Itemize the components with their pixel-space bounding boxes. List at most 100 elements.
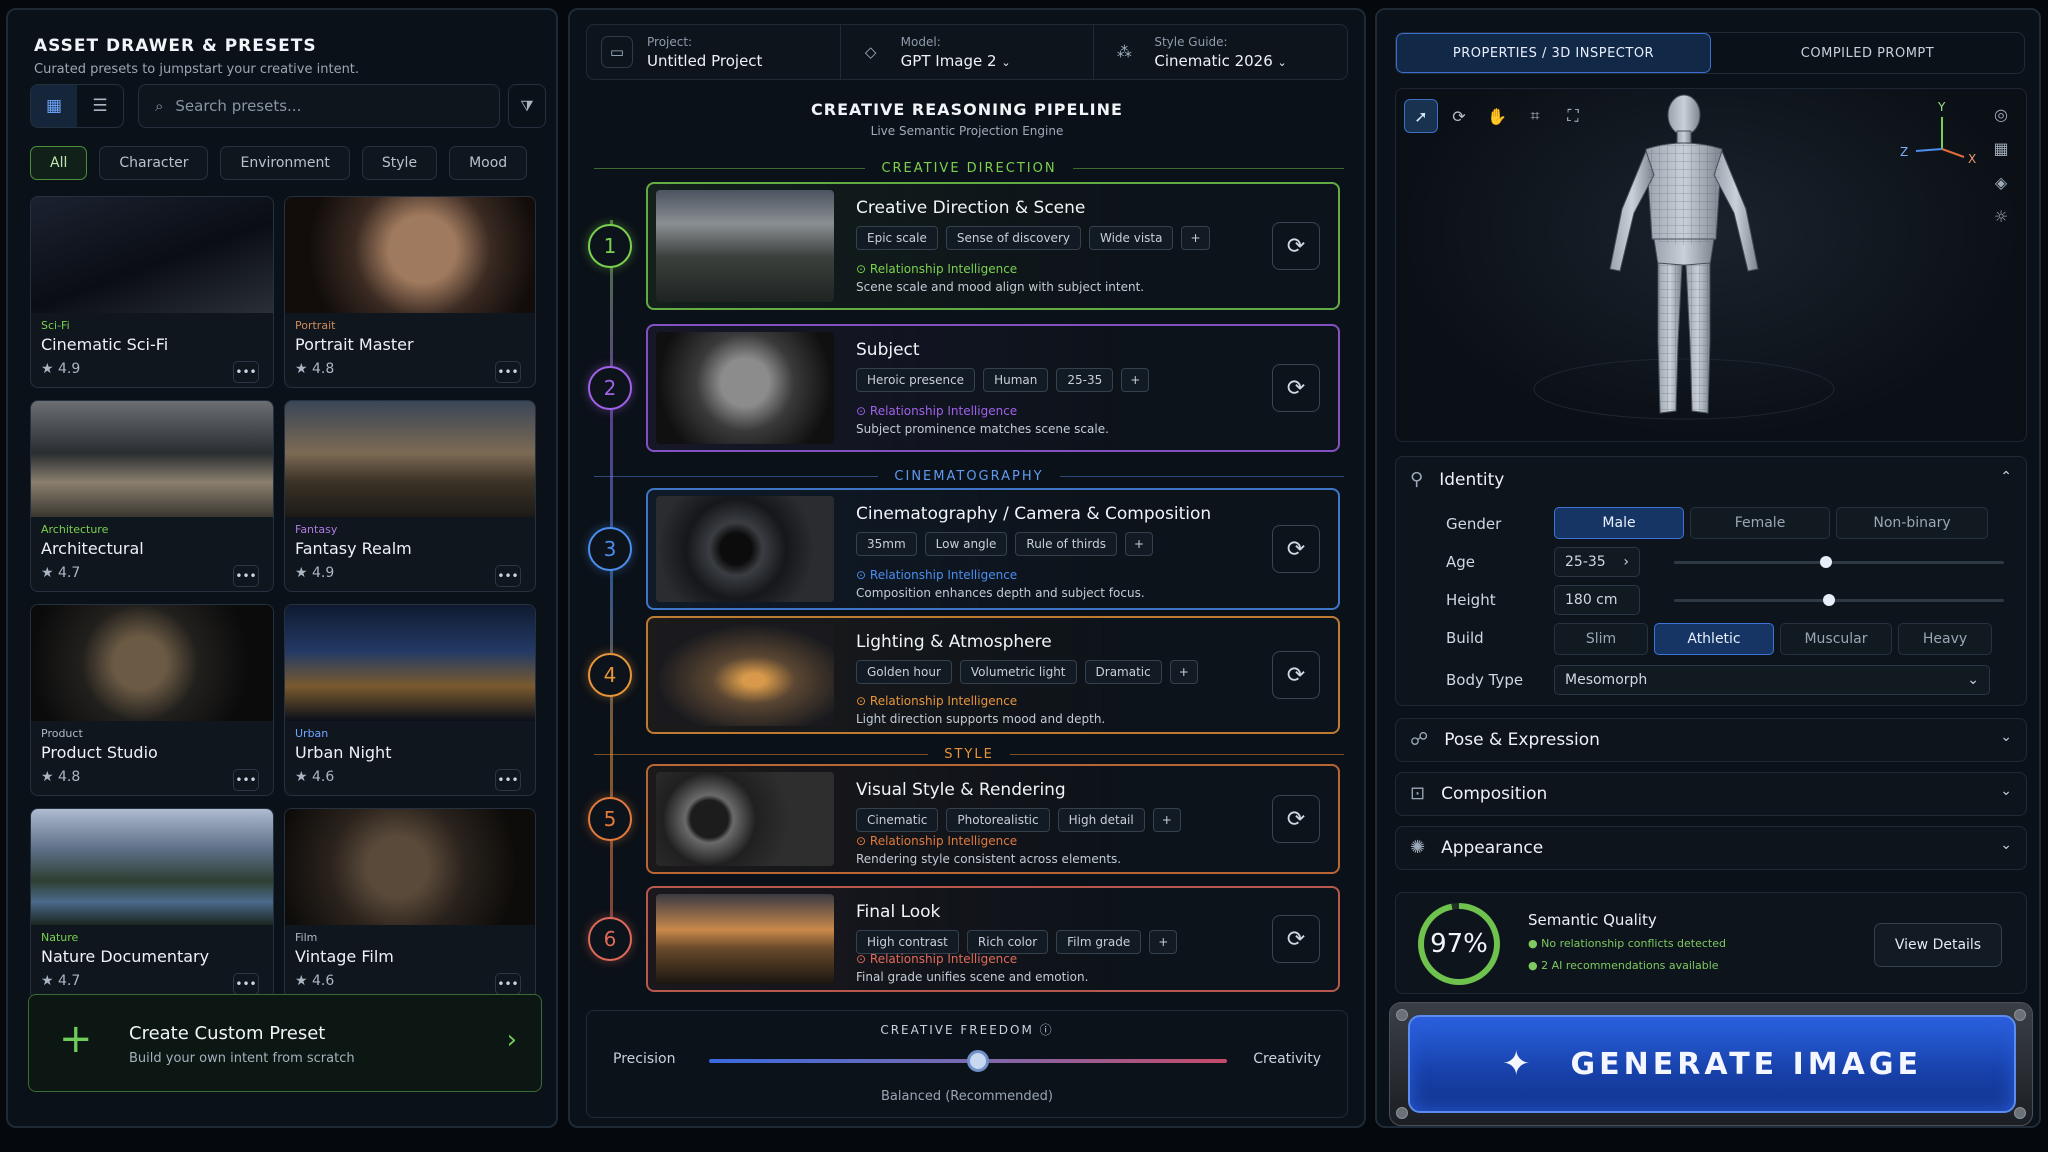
- stage-tag[interactable]: Dramatic: [1084, 660, 1162, 684]
- appearance-section[interactable]: ✺ Appearance ⌄: [1395, 826, 2027, 870]
- build-selector: Slim Athletic Muscular Heavy: [1554, 623, 1992, 655]
- add-tag-button[interactable]: +: [1152, 808, 1181, 832]
- generate-image-button[interactable]: ✦ GENERATE IMAGE: [1408, 1015, 2016, 1113]
- stage-tag[interactable]: 35mm: [856, 532, 917, 556]
- stage-tag[interactable]: Volumetric light: [959, 660, 1077, 684]
- 3d-viewport[interactable]: ➚ ⟳ ✋ ⌗ ⛶ ◎ ▦ ◈ ☼ Y X Z: [1395, 88, 2027, 442]
- tab-properties[interactable]: PROPERTIES / 3D INSPECTOR: [1396, 33, 1711, 73]
- height-slider-handle[interactable]: [1823, 594, 1836, 606]
- pipeline-stage-card[interactable]: Creative Direction & Scene Epic scale Sens…: [646, 182, 1340, 310]
- tab-compiled-prompt[interactable]: COMPILED PROMPT: [1711, 33, 2024, 73]
- chevron-down-icon[interactable]: ⌄: [2000, 783, 2012, 799]
- add-tag-button[interactable]: +: [1149, 930, 1178, 954]
- grid-view-icon[interactable]: ▦: [31, 85, 77, 127]
- chip-style[interactable]: Style: [361, 146, 438, 180]
- build-heavy[interactable]: Heavy: [1898, 623, 1992, 655]
- preset-card[interactable]: Urban Urban Night ★ 4.6 •••: [284, 604, 536, 796]
- chevron-up-icon[interactable]: ⌃: [2000, 469, 2012, 485]
- preset-card[interactable]: Architecture Architectural ★ 4.7 •••: [30, 400, 274, 592]
- stage-tag[interactable]: Heroic presence: [856, 368, 976, 392]
- generate-label: GENERATE IMAGE: [1570, 1046, 1922, 1082]
- pipeline-stage-card[interactable]: Final Look High contrast Rich color Film gr…: [646, 886, 1340, 992]
- pose-expression-section[interactable]: ☍ Pose & Expression ⌄: [1395, 718, 2027, 762]
- refresh-icon[interactable]: ⟳: [1272, 364, 1320, 412]
- stage-tag[interactable]: Sense of discovery: [945, 226, 1081, 250]
- gender-male[interactable]: Male: [1554, 507, 1684, 539]
- preset-card[interactable]: Film Vintage Film ★ 4.6 •••: [284, 808, 536, 1000]
- relationship-intelligence-label: ⊙ Relationship Intelligence: [856, 834, 1018, 848]
- create-custom-preset-button[interactable]: + Create Custom Preset Build your own in…: [28, 994, 542, 1092]
- preset-card[interactable]: Product Product Studio ★ 4.8 •••: [30, 604, 274, 796]
- add-tag-button[interactable]: +: [1124, 532, 1154, 556]
- filter-icon[interactable]: ⧩: [508, 84, 546, 128]
- pipeline-stage-card[interactable]: Visual Style & Rendering Cinematic Photore…: [646, 764, 1340, 874]
- add-tag-button[interactable]: +: [1121, 368, 1150, 392]
- link-icon: ⊙: [856, 568, 867, 582]
- preset-card[interactable]: Sci-Fi Cinematic Sci-Fi ★ 4.9 •••: [30, 196, 274, 388]
- stage-tag[interactable]: Low angle: [924, 532, 1008, 556]
- preset-card[interactable]: Portrait Portrait Master ★ 4.8 •••: [284, 196, 536, 388]
- more-options-button[interactable]: •••: [233, 973, 259, 995]
- chevron-down-icon[interactable]: ⌄: [2000, 729, 2012, 745]
- stage-tag[interactable]: Rule of thirds: [1015, 532, 1117, 556]
- refresh-icon[interactable]: ⟳: [1272, 795, 1320, 843]
- stage-tag[interactable]: 25-35: [1056, 368, 1114, 392]
- build-slim[interactable]: Slim: [1554, 623, 1648, 655]
- add-tag-button[interactable]: +: [1169, 660, 1198, 684]
- height-slider[interactable]: [1674, 594, 2004, 606]
- age-field[interactable]: 25-35 ›: [1554, 547, 1640, 577]
- chip-mood[interactable]: Mood: [449, 146, 528, 180]
- height-field[interactable]: 180 cm: [1554, 585, 1640, 615]
- pipeline-panel: ▭ Project: Untitled Project ◇ Model: GPT I…: [568, 8, 1366, 1128]
- more-options-button[interactable]: •••: [495, 361, 521, 383]
- stage-tag[interactable]: Cinematic: [856, 808, 939, 832]
- chip-all[interactable]: All: [30, 146, 88, 180]
- age-slider[interactable]: [1674, 556, 2004, 568]
- preset-card[interactable]: Nature Nature Documentary ★ 4.7 •••: [30, 808, 274, 1000]
- body-type-select[interactable]: Mesomorph ⌄: [1554, 665, 1990, 695]
- info-icon[interactable]: ⓘ: [1040, 1023, 1054, 1037]
- pipeline-title: CREATIVE REASONING PIPELINE: [811, 100, 1123, 119]
- project-selector[interactable]: ▭ Project: Untitled Project: [587, 25, 841, 79]
- refresh-icon[interactable]: ⟳: [1272, 525, 1320, 573]
- stage-tag[interactable]: Photorealistic: [946, 808, 1050, 832]
- stage-tag[interactable]: Rich color: [966, 930, 1049, 954]
- search-input[interactable]: ⌕ Search presets...: [138, 84, 500, 128]
- slider-handle[interactable]: [967, 1050, 990, 1072]
- pipeline-stage-card[interactable]: Lighting & Atmosphere Golden hour Volumetr…: [646, 616, 1340, 734]
- stage-tag[interactable]: Human: [983, 368, 1049, 392]
- chip-environment[interactable]: Environment: [220, 146, 350, 180]
- stage-tag[interactable]: Wide vista: [1088, 226, 1174, 250]
- more-options-button[interactable]: •••: [233, 361, 259, 383]
- refresh-icon[interactable]: ⟳: [1272, 651, 1320, 699]
- refresh-icon[interactable]: ⟳: [1272, 222, 1320, 270]
- preset-card[interactable]: Fantasy Fantasy Realm ★ 4.9 •••: [284, 400, 536, 592]
- stage-tag[interactable]: High contrast: [856, 930, 959, 954]
- stage-tag[interactable]: High detail: [1057, 808, 1145, 832]
- more-options-button[interactable]: •••: [233, 769, 259, 791]
- age-slider-handle[interactable]: [1819, 556, 1832, 568]
- style-guide-selector[interactable]: ⁂ Style Guide: Cinematic 2026 ⌄: [1094, 25, 1347, 79]
- gender-non-binary[interactable]: Non-binary: [1836, 507, 1988, 539]
- model-selector[interactable]: ◇ Model: GPT Image 2 ⌄: [841, 25, 1095, 79]
- view-details-button[interactable]: View Details: [1874, 923, 2002, 967]
- chip-character[interactable]: Character: [99, 146, 209, 180]
- stage-tag[interactable]: Film grade: [1056, 930, 1142, 954]
- composition-section[interactable]: ⊡ Composition ⌄: [1395, 772, 2027, 816]
- gender-female[interactable]: Female: [1690, 507, 1830, 539]
- more-options-button[interactable]: •••: [495, 769, 521, 791]
- chevron-down-icon[interactable]: ⌄: [2000, 837, 2012, 853]
- add-tag-button[interactable]: +: [1181, 226, 1210, 250]
- pipeline-stage-card[interactable]: Cinematography / Camera & Composition 35m…: [646, 488, 1340, 610]
- stage-tag[interactable]: Epic scale: [856, 226, 938, 250]
- list-view-icon[interactable]: ☰: [77, 85, 123, 127]
- refresh-icon[interactable]: ⟳: [1272, 915, 1320, 963]
- more-options-button[interactable]: •••: [495, 973, 521, 995]
- more-options-button[interactable]: •••: [495, 565, 521, 587]
- build-athletic[interactable]: Athletic: [1654, 623, 1774, 655]
- body-type-value: Mesomorph: [1565, 672, 1648, 688]
- stage-tag[interactable]: Golden hour: [856, 660, 952, 684]
- more-options-button[interactable]: •••: [233, 565, 259, 587]
- build-muscular[interactable]: Muscular: [1780, 623, 1892, 655]
- pipeline-stage-card[interactable]: Subject Heroic presence Human 25-35 + ⊙ Relat…: [646, 324, 1340, 452]
